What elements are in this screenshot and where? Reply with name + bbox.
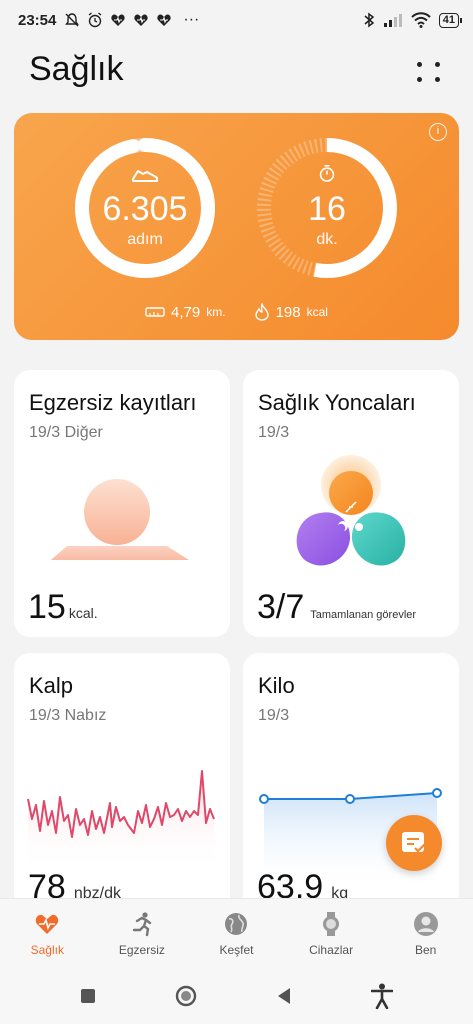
weight-card[interactable]: Kilo 19/3 63,9 kg [243, 653, 459, 913]
alarm-icon [88, 12, 102, 28]
card-title: Kalp [29, 673, 74, 698]
weight-point [345, 794, 355, 804]
exercise-records-card[interactable]: Egzersiz kayıtları 19/3 Diğer 15 kcal. [14, 370, 230, 637]
globe-icon [225, 912, 248, 935]
clover-illustration [296, 455, 406, 566]
health-icon [111, 14, 126, 26]
bluetooth-icon [364, 12, 374, 28]
mute-icon [65, 13, 80, 27]
time-unit: dk. [316, 231, 338, 248]
distance-value: 4,79 [171, 303, 201, 321]
card-subtitle: 19/3 Nabız [29, 707, 107, 724]
info-icon[interactable]: i [429, 123, 447, 141]
distance-stat: 4,79 km. [145, 304, 226, 321]
edit-record-icon [402, 832, 426, 853]
weight-point [259, 794, 269, 804]
health-icon [157, 14, 172, 26]
battery-indicator: 41 [438, 12, 463, 28]
stopwatch-icon [319, 165, 335, 182]
nav-label: Keşfet [219, 942, 254, 957]
time-value: 16 [308, 190, 346, 228]
card-title: Sağlık Yoncaları [258, 390, 416, 415]
heart-rate-card[interactable]: Kalp 19/3 Nabız 78 nbz/dk [14, 653, 230, 913]
flame-icon [254, 303, 269, 321]
active-time-ring: 16 dk. [254, 135, 400, 281]
nav-label: Sağlık [30, 942, 64, 957]
heart-rate-chart [27, 770, 215, 871]
card-title: Kilo [258, 673, 295, 698]
distance-unit: km. [206, 305, 226, 319]
home-icon[interactable] [175, 985, 197, 1007]
weight-point [432, 788, 442, 798]
card-title: Egzersiz kayıtları [29, 390, 197, 415]
recents-icon[interactable] [80, 988, 96, 1004]
nav-label: Egzersiz [118, 942, 165, 957]
status-time: 23:54 [18, 11, 57, 29]
card-value: 15 kcal. [28, 588, 98, 626]
card-unit: kcal. [68, 605, 98, 621]
ruler-icon [145, 307, 165, 317]
nav-item-health[interactable]: Sağlık [7, 911, 87, 957]
add-record-button[interactable] [386, 815, 442, 871]
nav-item-devices[interactable]: Cihazlar [291, 911, 371, 957]
signal-icon [383, 14, 402, 27]
nav-label: Cihazlar [309, 942, 354, 957]
shoe-icon [132, 170, 158, 182]
card-subtitle: 19/3 Diğer [29, 424, 103, 441]
back-icon[interactable] [276, 987, 292, 1005]
calories-stat: 198 kcal [254, 303, 328, 321]
more-notifications: ··· [183, 11, 200, 28]
person-icon [413, 911, 438, 936]
card-subtitle: 19/3 [258, 707, 290, 724]
nav-item-exercise[interactable]: Egzersiz [102, 911, 182, 957]
runner-icon [132, 911, 152, 936]
nav-label: Ben [414, 942, 437, 957]
exercise-illustration [51, 479, 189, 560]
health-clovers-card[interactable]: Sağlık Yoncaları 19/3 3/7 Tamamlanan göre… [243, 370, 459, 637]
accessibility-icon[interactable] [371, 983, 394, 1009]
card-subtitle: 19/3 [258, 424, 290, 441]
steps-unit: adım [127, 231, 163, 248]
activity-summary-card[interactable]: i 6.305 adım 16 dk. 4,79 km. 198 kcal [14, 113, 459, 340]
system-navigation-bar [0, 968, 473, 1024]
nav-item-me[interactable]: Ben [386, 911, 466, 957]
nav-item-discover[interactable]: Keşfet [196, 911, 276, 957]
activity-stats: 4,79 km. 198 kcal [14, 303, 459, 321]
status-bar: 23:54 ··· 41 [0, 0, 473, 40]
calories-unit: kcal [306, 305, 328, 319]
health-icon [134, 14, 149, 26]
page-title: Sağlık [29, 50, 124, 88]
card-value: 3/7 Tamamlanan görevler [257, 588, 417, 626]
wifi-icon [411, 12, 431, 28]
bottom-navigation: Sağlık Egzersiz Keşfet Cihazlar Ben [0, 898, 473, 968]
more-options-button[interactable] [416, 58, 444, 86]
heart-icon [36, 914, 59, 934]
steps-ring: 6.305 adım [72, 135, 218, 281]
card-unit: Tamamlanan görevler [310, 609, 417, 621]
steps-value: 6.305 [102, 190, 188, 228]
calories-value: 198 [275, 303, 301, 321]
watch-icon [323, 911, 340, 936]
